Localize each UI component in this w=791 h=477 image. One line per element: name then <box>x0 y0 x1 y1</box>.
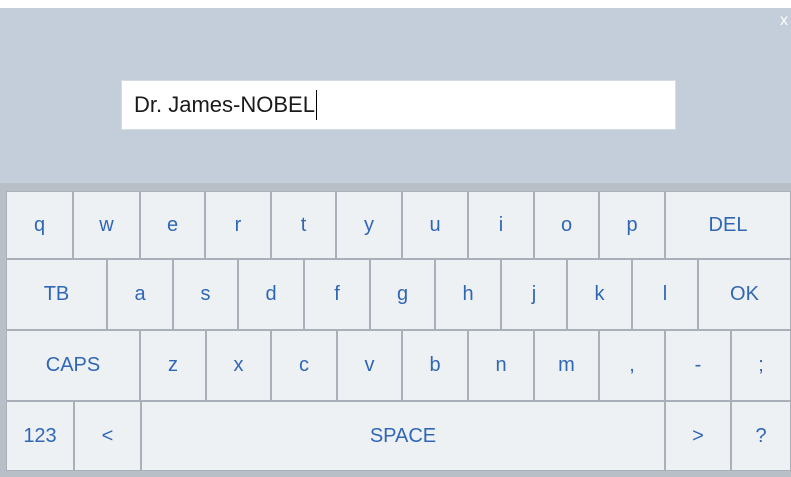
key-m[interactable]: m <box>534 330 599 401</box>
key-y[interactable]: y <box>336 191 402 259</box>
delete-button[interactable]: DEL <box>665 191 791 259</box>
key-r[interactable]: r <box>205 191 271 259</box>
on-screen-keyboard: q w e r t y u i o p DEL TB a s d f g h j… <box>0 183 791 477</box>
key-c[interactable]: c <box>271 330 337 401</box>
key-question-mark[interactable]: ? <box>731 401 791 471</box>
tab-button[interactable]: TB <box>6 259 107 330</box>
key-z[interactable]: z <box>140 330 206 401</box>
key-l[interactable]: l <box>632 259 698 330</box>
key-v[interactable]: v <box>337 330 402 401</box>
key-p[interactable]: p <box>599 191 665 259</box>
key-u[interactable]: u <box>402 191 468 259</box>
numbers-button[interactable]: 123 <box>6 401 74 471</box>
key-a[interactable]: a <box>107 259 173 330</box>
key-n[interactable]: n <box>468 330 534 401</box>
key-x[interactable]: x <box>206 330 271 401</box>
key-semicolon[interactable]: ; <box>731 330 791 401</box>
key-h[interactable]: h <box>435 259 501 330</box>
key-o[interactable]: o <box>534 191 599 259</box>
text-input[interactable]: Dr. James-NOBEL <box>121 80 676 130</box>
key-d[interactable]: d <box>238 259 304 330</box>
cursor-left-button[interactable]: < <box>74 401 141 471</box>
key-t[interactable]: t <box>271 191 336 259</box>
key-w[interactable]: w <box>73 191 140 259</box>
text-cursor <box>315 90 317 120</box>
ok-button[interactable]: OK <box>698 259 791 330</box>
caps-lock-button[interactable]: CAPS <box>6 330 140 401</box>
key-j[interactable]: j <box>501 259 567 330</box>
key-g[interactable]: g <box>370 259 435 330</box>
key-f[interactable]: f <box>304 259 370 330</box>
close-icon[interactable]: x <box>777 12 791 30</box>
text-input-value: Dr. James-NOBEL <box>134 92 315 117</box>
key-k[interactable]: k <box>567 259 632 330</box>
key-s[interactable]: s <box>173 259 238 330</box>
key-q[interactable]: q <box>6 191 73 259</box>
key-hyphen[interactable]: - <box>665 330 731 401</box>
key-b[interactable]: b <box>402 330 468 401</box>
key-comma[interactable]: , <box>599 330 665 401</box>
space-bar[interactable]: SPACE <box>141 401 665 471</box>
key-e[interactable]: e <box>140 191 205 259</box>
cursor-right-button[interactable]: > <box>665 401 731 471</box>
key-i[interactable]: i <box>468 191 534 259</box>
